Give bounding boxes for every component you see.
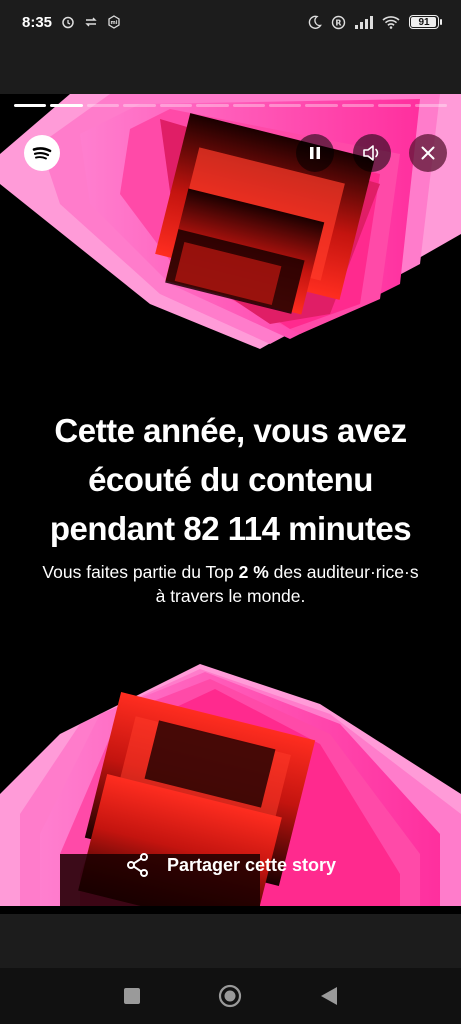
status-bar: 8:35 mi R 91: [0, 0, 461, 44]
svg-text:mi: mi: [111, 20, 118, 26]
wifi-icon: [382, 15, 400, 29]
mi-icon: mi: [107, 15, 121, 29]
alarm-icon: [61, 15, 75, 29]
share-story-button[interactable]: Partager cette story: [0, 852, 461, 878]
close-icon: [421, 146, 435, 160]
moon-icon: [308, 15, 322, 29]
speaker-icon: [363, 145, 379, 161]
progress-segment: [14, 104, 47, 107]
progress-segment: [50, 104, 83, 107]
share-icon: [126, 853, 148, 877]
sound-button[interactable]: [353, 134, 391, 172]
signal-icon: [355, 15, 373, 29]
bottom-spacer: [0, 914, 461, 968]
recents-button[interactable]: [123, 988, 140, 1004]
circle-icon: [218, 984, 241, 1008]
registered-icon: R: [331, 15, 346, 30]
progress-segment: [232, 104, 265, 107]
wrapped-story[interactable]: Cette année, vous avez écouté du contenu…: [0, 94, 461, 914]
progress-segment: [123, 104, 156, 107]
progress-segment: [305, 104, 338, 107]
story-progress: [14, 104, 448, 107]
svg-text:R: R: [335, 18, 341, 27]
spotify-icon: [24, 135, 60, 171]
pause-button[interactable]: [296, 134, 334, 172]
clock: 8:35: [22, 13, 53, 31]
story-headline: Cette année, vous avez écouté du contenu…: [49, 412, 412, 547]
top-pattern: [0, 94, 461, 349]
progress-segment: [159, 104, 193, 107]
subline-pre: Vous faites partie du Top: [42, 562, 239, 582]
progress-segment: [268, 104, 302, 107]
pause-icon: [310, 147, 320, 159]
story-subline: Vous faites partie du Top 2 % des audite…: [0, 560, 461, 608]
sync-icon: [84, 17, 98, 27]
triangle-back-icon: [320, 987, 337, 1005]
progress-segment: [378, 104, 411, 107]
progress-segment: [341, 104, 375, 107]
close-button[interactable]: [409, 134, 447, 172]
progress-segment: [414, 104, 448, 107]
back-button[interactable]: [320, 986, 338, 1006]
progress-segment: [86, 104, 120, 107]
progress-segment: [196, 104, 229, 107]
subline-percent: 2 %: [238, 562, 269, 582]
share-label: Partager cette story: [166, 854, 337, 875]
battery-indicator: 91: [409, 15, 442, 29]
home-button[interactable]: [218, 984, 242, 1008]
android-nav-bar: [0, 968, 461, 1024]
square-icon: [123, 988, 140, 1004]
